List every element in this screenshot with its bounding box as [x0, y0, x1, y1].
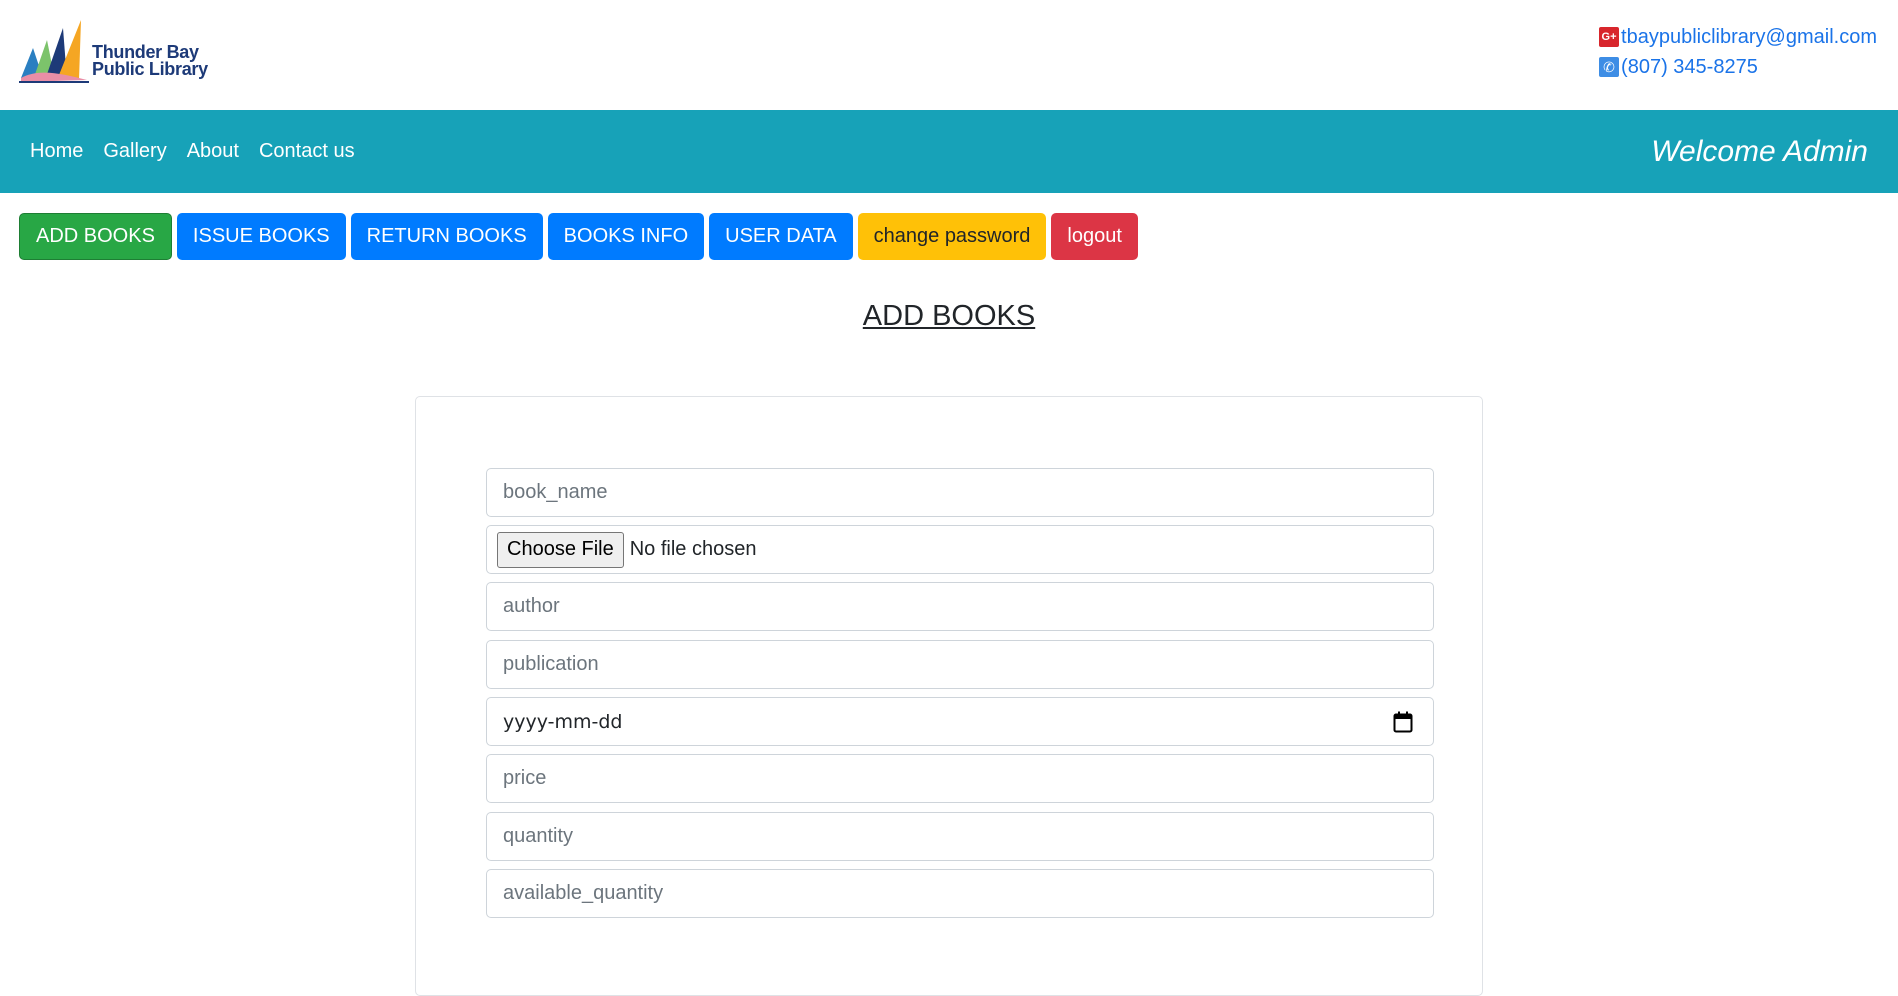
library-name-line2: Public Library	[92, 59, 208, 79]
nav-about[interactable]: About	[187, 140, 239, 163]
email-link[interactable]: tbaypubliclibrary@gmail.com	[1621, 26, 1877, 49]
change-password-button[interactable]: change password	[857, 213, 1047, 260]
book-name-input[interactable]: book_name	[486, 468, 1434, 517]
library-name: Thunder Bay Public Library	[92, 43, 208, 79]
phone-row: ✆ (807) 345-8275	[1599, 52, 1877, 82]
price-input[interactable]: price	[486, 754, 1434, 803]
main-navbar: Home Gallery About Contact us Welcome Ad…	[0, 110, 1898, 193]
site-header: Thunder Bay Public Library G+ tbaypublic…	[0, 0, 1898, 110]
nav-home[interactable]: Home	[30, 140, 83, 163]
phone-icon: ✆	[1599, 57, 1620, 77]
nav-gallery[interactable]: Gallery	[103, 140, 166, 163]
book-image-file-input[interactable]: Choose File No file chosen	[486, 525, 1434, 574]
quantity-input[interactable]: quantity	[486, 812, 1434, 861]
sails-logo-icon	[19, 20, 89, 83]
nav-links: Home Gallery About Contact us	[30, 110, 375, 193]
page-title: ADD BOOKS	[862, 300, 1036, 332]
contact-info: G+ tbaypubliclibrary@gmail.com ✆ (807) 3…	[1599, 22, 1877, 82]
phone-link[interactable]: (807) 345-8275	[1621, 56, 1758, 79]
choose-file-button[interactable]: Choose File	[497, 531, 624, 568]
available-quantity-input[interactable]: available_quantity	[486, 869, 1434, 918]
logout-button[interactable]: logout	[1051, 213, 1138, 260]
return-books-button[interactable]: RETURN BOOKS	[350, 213, 543, 260]
library-logo[interactable]: Thunder Bay Public Library	[19, 18, 219, 84]
add-books-button[interactable]: ADD BOOKS	[19, 213, 172, 260]
add-book-form: book_name Choose File No file chosen aut…	[415, 396, 1483, 996]
user-data-button[interactable]: USER DATA	[709, 213, 853, 260]
google-plus-icon: G+	[1599, 27, 1620, 47]
books-info-button[interactable]: BOOKS INFO	[547, 213, 705, 260]
publication-input[interactable]: publication	[486, 640, 1434, 689]
file-status: No file chosen	[629, 538, 757, 560]
author-input[interactable]: author	[486, 582, 1434, 631]
issue-books-button[interactable]: ISSUE BOOKS	[176, 213, 346, 260]
admin-action-bar: ADD BOOKS ISSUE BOOKS RETURN BOOKS BOOKS…	[19, 213, 1143, 260]
welcome-message: Welcome Admin	[1651, 134, 1868, 168]
date-input[interactable]: yyyy-mm-dd	[486, 697, 1434, 746]
calendar-icon[interactable]	[1393, 711, 1413, 733]
email-row: G+ tbaypubliclibrary@gmail.com	[1599, 22, 1877, 52]
nav-contact-us[interactable]: Contact us	[259, 140, 355, 163]
date-placeholder: yyyy-mm-dd	[503, 710, 623, 733]
